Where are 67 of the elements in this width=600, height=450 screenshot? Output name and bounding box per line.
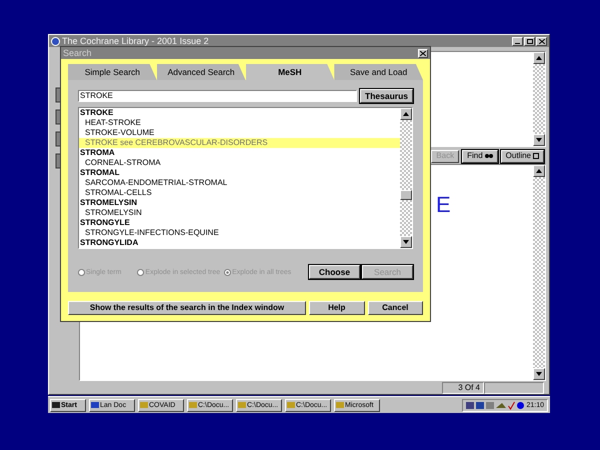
window-title: The Cochrane Library - 2001 Issue 2 [62, 36, 209, 46]
program-icon [287, 401, 295, 409]
tab[interactable]: Simple Search [68, 64, 157, 80]
term-item[interactable]: STROKE see CEREBROVASCULAR-DISORDERS [79, 138, 400, 148]
dialog-button[interactable]: Choose [309, 265, 360, 279]
program-icon [52, 401, 60, 409]
term-item[interactable]: STROKE-VOLUME [79, 128, 400, 138]
footer-button[interactable]: Help [309, 301, 364, 315]
radio-button[interactable] [78, 268, 85, 276]
maximize-button[interactable] [524, 36, 535, 46]
search-field[interactable]: STROKE [78, 90, 357, 102]
tab[interactable]: Save and Load [334, 64, 423, 80]
status-text: 3 Of 4 [442, 382, 484, 394]
up-arrow-icon [536, 56, 542, 60]
toolbar-button[interactable]: Outline [500, 150, 544, 162]
scrollbar[interactable] [400, 108, 412, 248]
scroll-up-button[interactable] [533, 52, 545, 64]
scroll-up-button[interactable] [533, 165, 545, 177]
scroll-down-button[interactable] [400, 236, 412, 248]
term-heading[interactable]: STRONGYLIDA [79, 238, 400, 248]
program-icon [91, 401, 99, 409]
down-arrow-icon [536, 138, 542, 142]
close-button[interactable] [536, 36, 547, 46]
program-icon [336, 401, 344, 409]
circle-icon[interactable] [517, 400, 524, 410]
up-arrow-icon [536, 169, 542, 173]
term-item[interactable]: SARCOMA-ENDOMETRIAL-STROMAL [79, 178, 400, 188]
scrollbar[interactable] [533, 52, 545, 146]
term-item[interactable]: CORNEAL-STROMA [79, 158, 400, 168]
toolbar-button[interactable]: Find [462, 150, 498, 162]
maximize-icon [526, 38, 532, 44]
term-heading[interactable]: STROMA [79, 148, 400, 158]
tab[interactable]: Advanced Search [156, 64, 246, 80]
close-icon [420, 50, 426, 56]
term-heading[interactable]: STROMAL [79, 168, 400, 178]
down-arrow-icon [536, 372, 542, 376]
checkmark-icon[interactable] [508, 400, 516, 410]
term-heading[interactable]: STROKE [79, 108, 400, 118]
scrollbar[interactable] [533, 165, 545, 380]
program-icon [189, 401, 197, 409]
footer-button[interactable]: Cancel [368, 301, 423, 315]
square-icon [533, 153, 539, 159]
term-item[interactable]: STROMELYSIN [79, 208, 400, 218]
dialog-title: Search [63, 48, 92, 58]
radio-button[interactable] [224, 268, 232, 276]
up-arrow-icon [403, 112, 409, 116]
scroll-down-button[interactable] [533, 368, 545, 380]
term-heading[interactable]: STRONGYLE [79, 218, 400, 228]
scroll-down-button[interactable] [533, 134, 545, 146]
term-item[interactable]: STROMAL-CELLS [79, 188, 400, 198]
program-icon [238, 401, 246, 409]
close-button[interactable] [418, 48, 428, 58]
radio-button[interactable] [137, 268, 144, 276]
document-heading: E [436, 192, 451, 217]
term-item[interactable]: STRONGYLE-INFECTIONS-EQUINE [79, 228, 400, 238]
term-item[interactable]: HEAT-STROKE [79, 118, 400, 128]
footer-button[interactable]: Show the results of the search in the Index window [68, 301, 306, 315]
minimize-button[interactable] [512, 36, 523, 46]
down-arrow-icon [403, 240, 409, 244]
term-heading[interactable]: STROMELYSIN [79, 198, 400, 208]
thesaurus-button[interactable]: Thesaurus [360, 89, 413, 103]
scroll-up-button[interactable] [400, 108, 412, 120]
app-icon [51, 36, 60, 46]
scroll-thumb[interactable] [400, 190, 412, 200]
tab[interactable]: MeSH [246, 64, 334, 80]
close-icon [538, 38, 544, 44]
program-icon [140, 401, 148, 409]
